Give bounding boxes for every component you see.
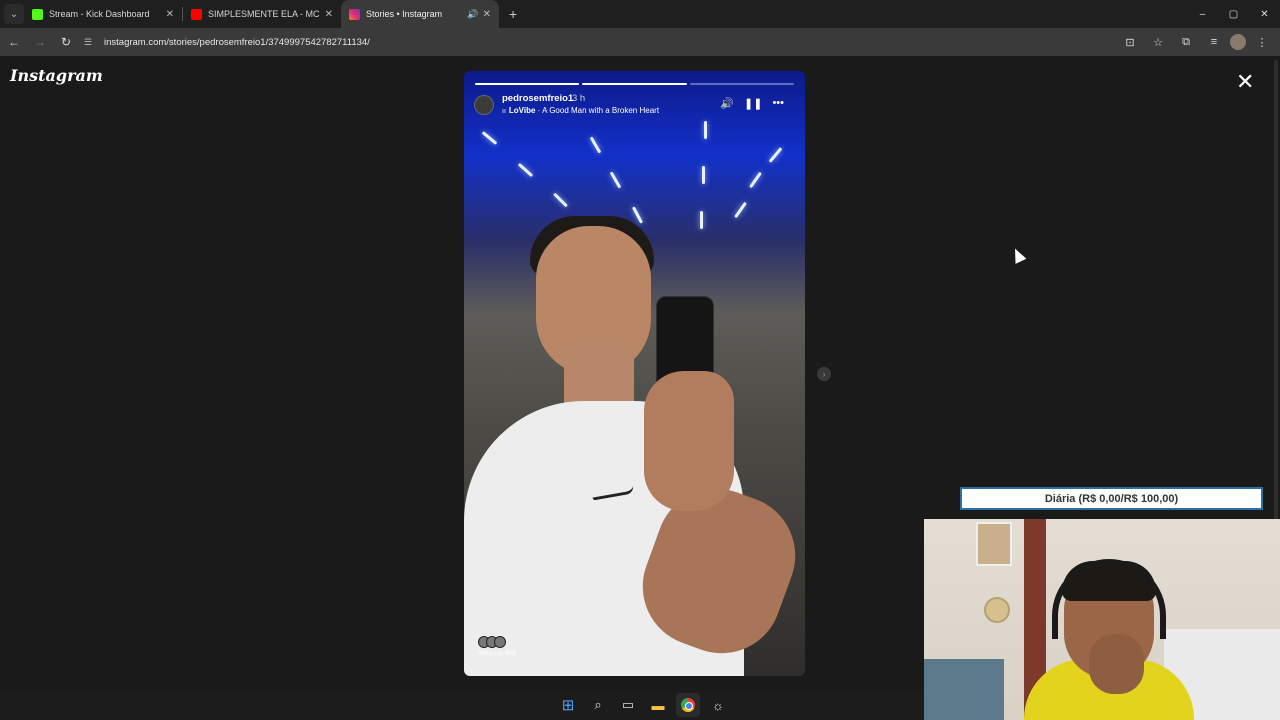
story-user-avatar[interactable] [474, 95, 494, 115]
back-icon[interactable]: ← [2, 30, 26, 54]
close-tab-icon[interactable]: ✕ [166, 9, 174, 20]
webcam-overlay [924, 519, 1280, 720]
music-equalizer-icon: ıı [502, 108, 506, 115]
webcam-bed [924, 659, 1004, 720]
story-music[interactable]: ıı LoVibe · A Good Man with a Broken Hear… [502, 106, 659, 115]
tab-instagram-stories[interactable]: Stories • Instagram 🔊 ✕ [341, 0, 499, 28]
streamer-hand [1089, 634, 1144, 694]
profile-avatar[interactable] [1230, 34, 1246, 50]
story-header: pedrosemfreio1 3 h ıı LoVibe · A Good Man… [474, 93, 794, 117]
ceiling-light [702, 166, 705, 184]
pause-icon[interactable]: ❚❚ [744, 97, 762, 110]
close-story-icon[interactable]: ✕ [1236, 71, 1254, 93]
instagram-favicon-icon [349, 8, 360, 20]
new-tab-button[interactable]: + [509, 6, 517, 22]
tab-title: SIMPLESMENTE ELA - MC GABI [208, 9, 321, 19]
ceiling-light [609, 171, 622, 189]
ceiling-light [734, 201, 747, 219]
task-view-icon[interactable]: ▭ [616, 693, 640, 717]
person-hand [644, 371, 734, 511]
chrome-logo-icon [681, 698, 695, 712]
ceiling-light [481, 131, 498, 145]
window-controls: – ▢ ✕ [1187, 0, 1280, 28]
url-text[interactable]: instagram.com/stories/pedrosemfreio1/374… [104, 37, 370, 48]
reload-icon[interactable]: ↻ [54, 30, 78, 54]
minimize-icon[interactable]: – [1187, 0, 1218, 28]
music-artist: LoVibe [508, 106, 536, 115]
browser-tab-bar: ⌄ Stream - Kick Dashboard ✕ SIMPLESMENTE… [0, 0, 1280, 28]
instagram-logo[interactable]: Instagram [10, 66, 103, 85]
seen-by-label: Visto por 600 [478, 650, 517, 657]
windows-taskbar: ⊞ ⌕ ▭ ▬ ☼ [0, 690, 924, 720]
kick-favicon-icon [32, 8, 43, 20]
install-app-icon[interactable]: ⊡ [1118, 30, 1142, 54]
media-controls-icon[interactable]: ≡ [1202, 30, 1226, 54]
tab-audio-icon[interactable]: 🔊 [467, 9, 478, 20]
windows-start-icon[interactable]: ⊞ [556, 693, 580, 717]
toolbar-actions: ⊡ ☆ ⧉ ≡ ⋮ [1118, 30, 1274, 54]
file-explorer-icon[interactable]: ▬ [646, 693, 670, 717]
close-tab-icon[interactable]: ✕ [325, 9, 333, 20]
browser-menu-icon[interactable]: ⋮ [1250, 30, 1274, 54]
story-viewers[interactable]: Visto por 600 [478, 636, 516, 657]
taskbar-apps: ⊞ ⌕ ▭ ▬ ☼ [556, 693, 730, 717]
webcam-wall-clock [984, 597, 1010, 623]
search-icon[interactable]: ⌕ [586, 693, 610, 717]
story-username[interactable]: pedrosemfreio1 [502, 93, 573, 104]
volume-icon[interactable]: 🔊 [720, 97, 734, 110]
daily-goal-bar: Diária (R$ 0,00/R$ 100,00) [960, 487, 1263, 510]
ceiling-light [553, 192, 568, 208]
ceiling-light [517, 162, 534, 178]
next-story-button[interactable]: › [817, 367, 831, 381]
progress-segment [475, 83, 580, 85]
viewer-avatars [478, 636, 516, 648]
music-title: A Good Man with a Broken Heart [542, 106, 660, 115]
ceiling-light [631, 206, 644, 224]
ceiling-light [749, 171, 762, 189]
ceiling-light [589, 136, 602, 154]
story-controls: 🔊 ❚❚ ••• [720, 97, 784, 110]
forward-icon[interactable]: → [28, 30, 52, 54]
extensions-icon[interactable]: ⧉ [1174, 30, 1198, 54]
viewer-avatar [494, 636, 506, 648]
story-viewer[interactable]: pedrosemfreio1 3 h ıı LoVibe · A Good Man… [464, 71, 805, 676]
story-progress-bar [475, 83, 794, 85]
restore-icon[interactable]: ▢ [1218, 0, 1249, 28]
tab-search-button[interactable]: ⌄ [4, 4, 24, 24]
ceiling-light [704, 121, 707, 139]
close-tab-icon[interactable]: ✕ [483, 9, 491, 20]
bookmark-star-icon[interactable]: ☆ [1146, 30, 1170, 54]
webcam-poster [976, 522, 1012, 566]
address-bar[interactable]: ☰ instagram.com/stories/pedrosemfreio1/3… [84, 31, 1104, 53]
ceiling-light [700, 211, 703, 229]
close-window-icon[interactable]: ✕ [1249, 0, 1280, 28]
tab-title: Stream - Kick Dashboard [49, 9, 150, 19]
progress-segment [582, 83, 687, 85]
more-options-icon[interactable]: ••• [772, 97, 784, 110]
tab-kick-dashboard[interactable]: Stream - Kick Dashboard ✕ [24, 0, 182, 28]
story-time: 3 h [572, 93, 586, 104]
mouse-cursor-icon [1009, 246, 1027, 264]
site-info-icon[interactable]: ☰ [84, 37, 98, 48]
chrome-icon[interactable] [676, 693, 700, 717]
tab-youtube[interactable]: SIMPLESMENTE ELA - MC GABI ✕ [183, 0, 341, 28]
progress-segment [689, 83, 794, 85]
tab-title: Stories • Instagram [366, 9, 443, 19]
app-icon[interactable]: ☼ [706, 693, 730, 717]
youtube-favicon-icon [191, 8, 202, 20]
ceiling-light [768, 147, 783, 163]
browser-toolbar: ← → ↻ ☰ instagram.com/stories/pedrosemfr… [0, 28, 1280, 56]
